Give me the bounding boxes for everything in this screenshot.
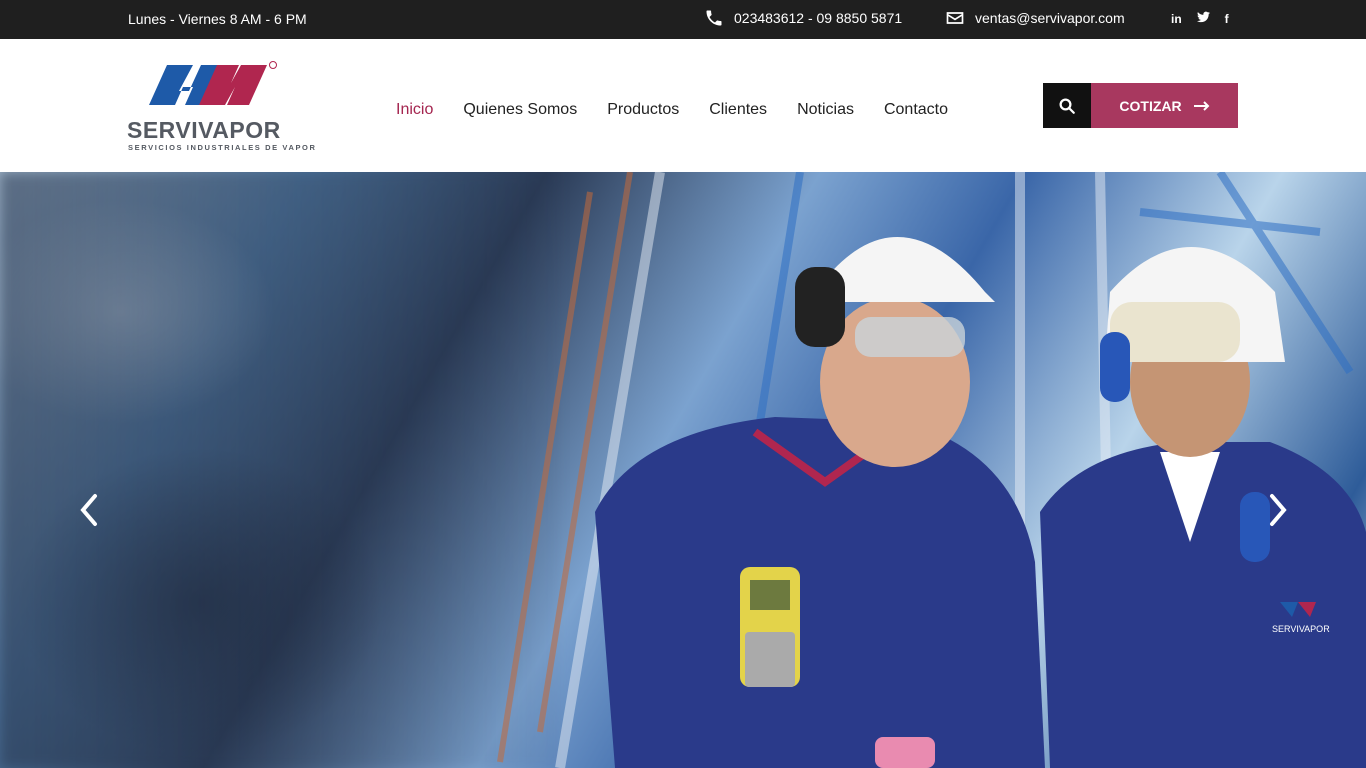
phone-icon	[706, 10, 722, 26]
hero-slider: SERVIVAPOR	[0, 172, 1366, 768]
email-contact[interactable]: ventas@servivapor.com	[945, 8, 1125, 28]
linkedin-icon[interactable]: in	[1171, 10, 1182, 28]
phone-number: 023483612 - 09 8850 5871	[734, 10, 903, 26]
main-nav: Inicio Quienes Somos Productos Clientes …	[396, 101, 978, 119]
servivapor-logo[interactable]: SERVIVAPOR SERVICIOS INDUSTRIALES DE VAP…	[127, 61, 315, 153]
nav-clientes[interactable]: Clientes	[709, 101, 767, 119]
logo-tagline: SERVICIOS INDUSTRIALES DE VAPOR	[128, 143, 317, 152]
worker-left-image	[595, 237, 1045, 768]
nav-productos[interactable]: Productos	[607, 101, 679, 119]
email-address: ventas@servivapor.com	[975, 10, 1125, 26]
social-links: in f	[1171, 10, 1229, 28]
site-header: SERVIVAPOR SERVICIOS INDUSTRIALES DE VAP…	[0, 39, 1366, 172]
slider-prev-arrow-icon[interactable]	[77, 490, 101, 530]
logo-brand: SERVIVAPOR	[127, 117, 281, 143]
search-icon	[1059, 98, 1075, 114]
cotizar-label: COTIZAR	[1119, 97, 1182, 114]
business-hours: Lunes - Viernes 8 AM - 6 PM	[128, 11, 307, 27]
shirt-brand-text: SERVIVAPOR	[1272, 624, 1330, 634]
cotizar-button[interactable]: COTIZAR	[1091, 83, 1238, 128]
nav-noticias[interactable]: Noticias	[797, 101, 854, 119]
envelope-icon	[946, 12, 964, 24]
arrow-right-icon	[1193, 100, 1210, 111]
nav-quienes-somos[interactable]: Quienes Somos	[463, 101, 577, 119]
facebook-icon[interactable]: f	[1225, 10, 1229, 28]
search-button[interactable]	[1043, 83, 1091, 128]
nav-inicio[interactable]: Inicio	[396, 101, 433, 119]
twitter-icon[interactable]	[1196, 10, 1210, 28]
logo-mark-icon	[149, 61, 277, 105]
worker-right-image: SERVIVAPOR	[1040, 247, 1366, 768]
nav-contacto[interactable]: Contacto	[884, 101, 948, 119]
top-bar: Lunes - Viernes 8 AM - 6 PM 023483612 - …	[0, 0, 1366, 39]
slider-next-arrow-icon[interactable]	[1266, 490, 1290, 530]
phone-contact[interactable]: 023483612 - 09 8850 5871	[704, 8, 902, 28]
